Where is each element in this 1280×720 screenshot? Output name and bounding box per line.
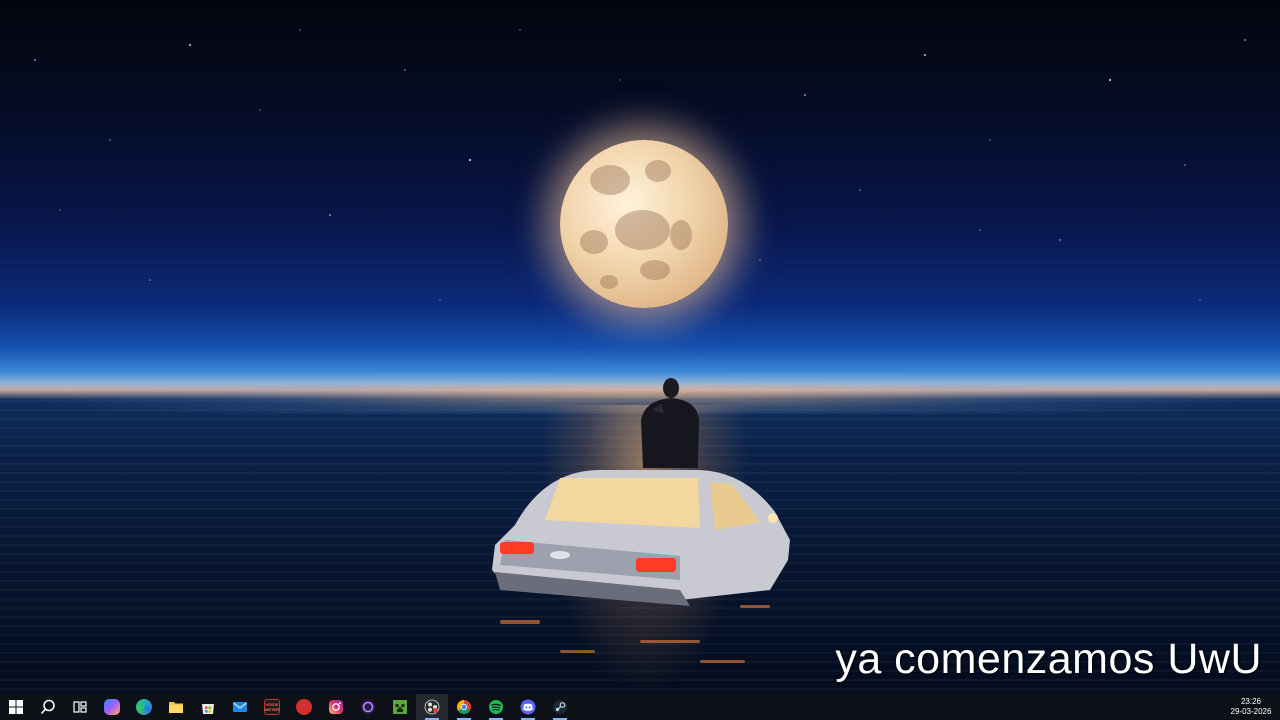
windows-logo-icon bbox=[9, 700, 23, 714]
desktop-wallpaper: ya comenzamos UwU bbox=[0, 0, 1280, 694]
taskbar: VOICE METER 23:26 29-03-2026 bbox=[0, 694, 1280, 720]
clock-time: 23:26 bbox=[1240, 697, 1262, 706]
steam-button[interactable] bbox=[544, 694, 576, 720]
person-silhouette bbox=[641, 378, 699, 468]
mail-button[interactable] bbox=[224, 694, 256, 720]
store-icon bbox=[202, 704, 214, 714]
chrome-icon bbox=[457, 700, 471, 714]
spotify-button[interactable] bbox=[480, 694, 512, 720]
edge-button[interactable] bbox=[128, 694, 160, 720]
voicemeeter-button[interactable]: VOICE METER bbox=[256, 694, 288, 720]
discord-icon bbox=[520, 699, 536, 715]
task-view-icon bbox=[73, 701, 87, 713]
chrome-button[interactable] bbox=[448, 694, 480, 720]
copilot-button[interactable] bbox=[96, 694, 128, 720]
minecraft-button[interactable] bbox=[384, 694, 416, 720]
discord-button[interactable] bbox=[512, 694, 544, 720]
clock-date: 29-03-2026 bbox=[1230, 707, 1272, 716]
task-view-button[interactable] bbox=[64, 694, 96, 720]
file-explorer-button[interactable] bbox=[160, 694, 192, 720]
folder-icon bbox=[169, 702, 183, 713]
obs-icon bbox=[424, 699, 440, 715]
system-clock[interactable]: 23:26 29-03-2026 bbox=[1226, 694, 1276, 720]
instagram-icon bbox=[329, 700, 343, 714]
red-app-icon bbox=[296, 699, 312, 715]
voicemeeter-icon: VOICE METER bbox=[264, 699, 280, 715]
edge-icon bbox=[136, 699, 152, 715]
wallpaper-caption: ya comenzamos UwU bbox=[835, 635, 1262, 683]
minecraft-icon bbox=[393, 700, 407, 714]
red-app-button[interactable] bbox=[288, 694, 320, 720]
instagram-button[interactable] bbox=[320, 694, 352, 720]
car-silhouette bbox=[492, 470, 790, 606]
microsoft-store-button[interactable] bbox=[192, 694, 224, 720]
start-button[interactable] bbox=[0, 694, 32, 720]
purple-circle-icon bbox=[361, 700, 375, 714]
steam-icon bbox=[553, 700, 567, 714]
spotify-icon bbox=[489, 700, 503, 714]
obs-button[interactable] bbox=[416, 694, 448, 720]
search-icon bbox=[40, 699, 55, 715]
copilot-icon bbox=[104, 699, 120, 715]
mail-icon bbox=[233, 702, 247, 712]
search-button[interactable] bbox=[32, 694, 64, 720]
car-and-figure bbox=[492, 378, 790, 663]
purple-app-button[interactable] bbox=[352, 694, 384, 720]
